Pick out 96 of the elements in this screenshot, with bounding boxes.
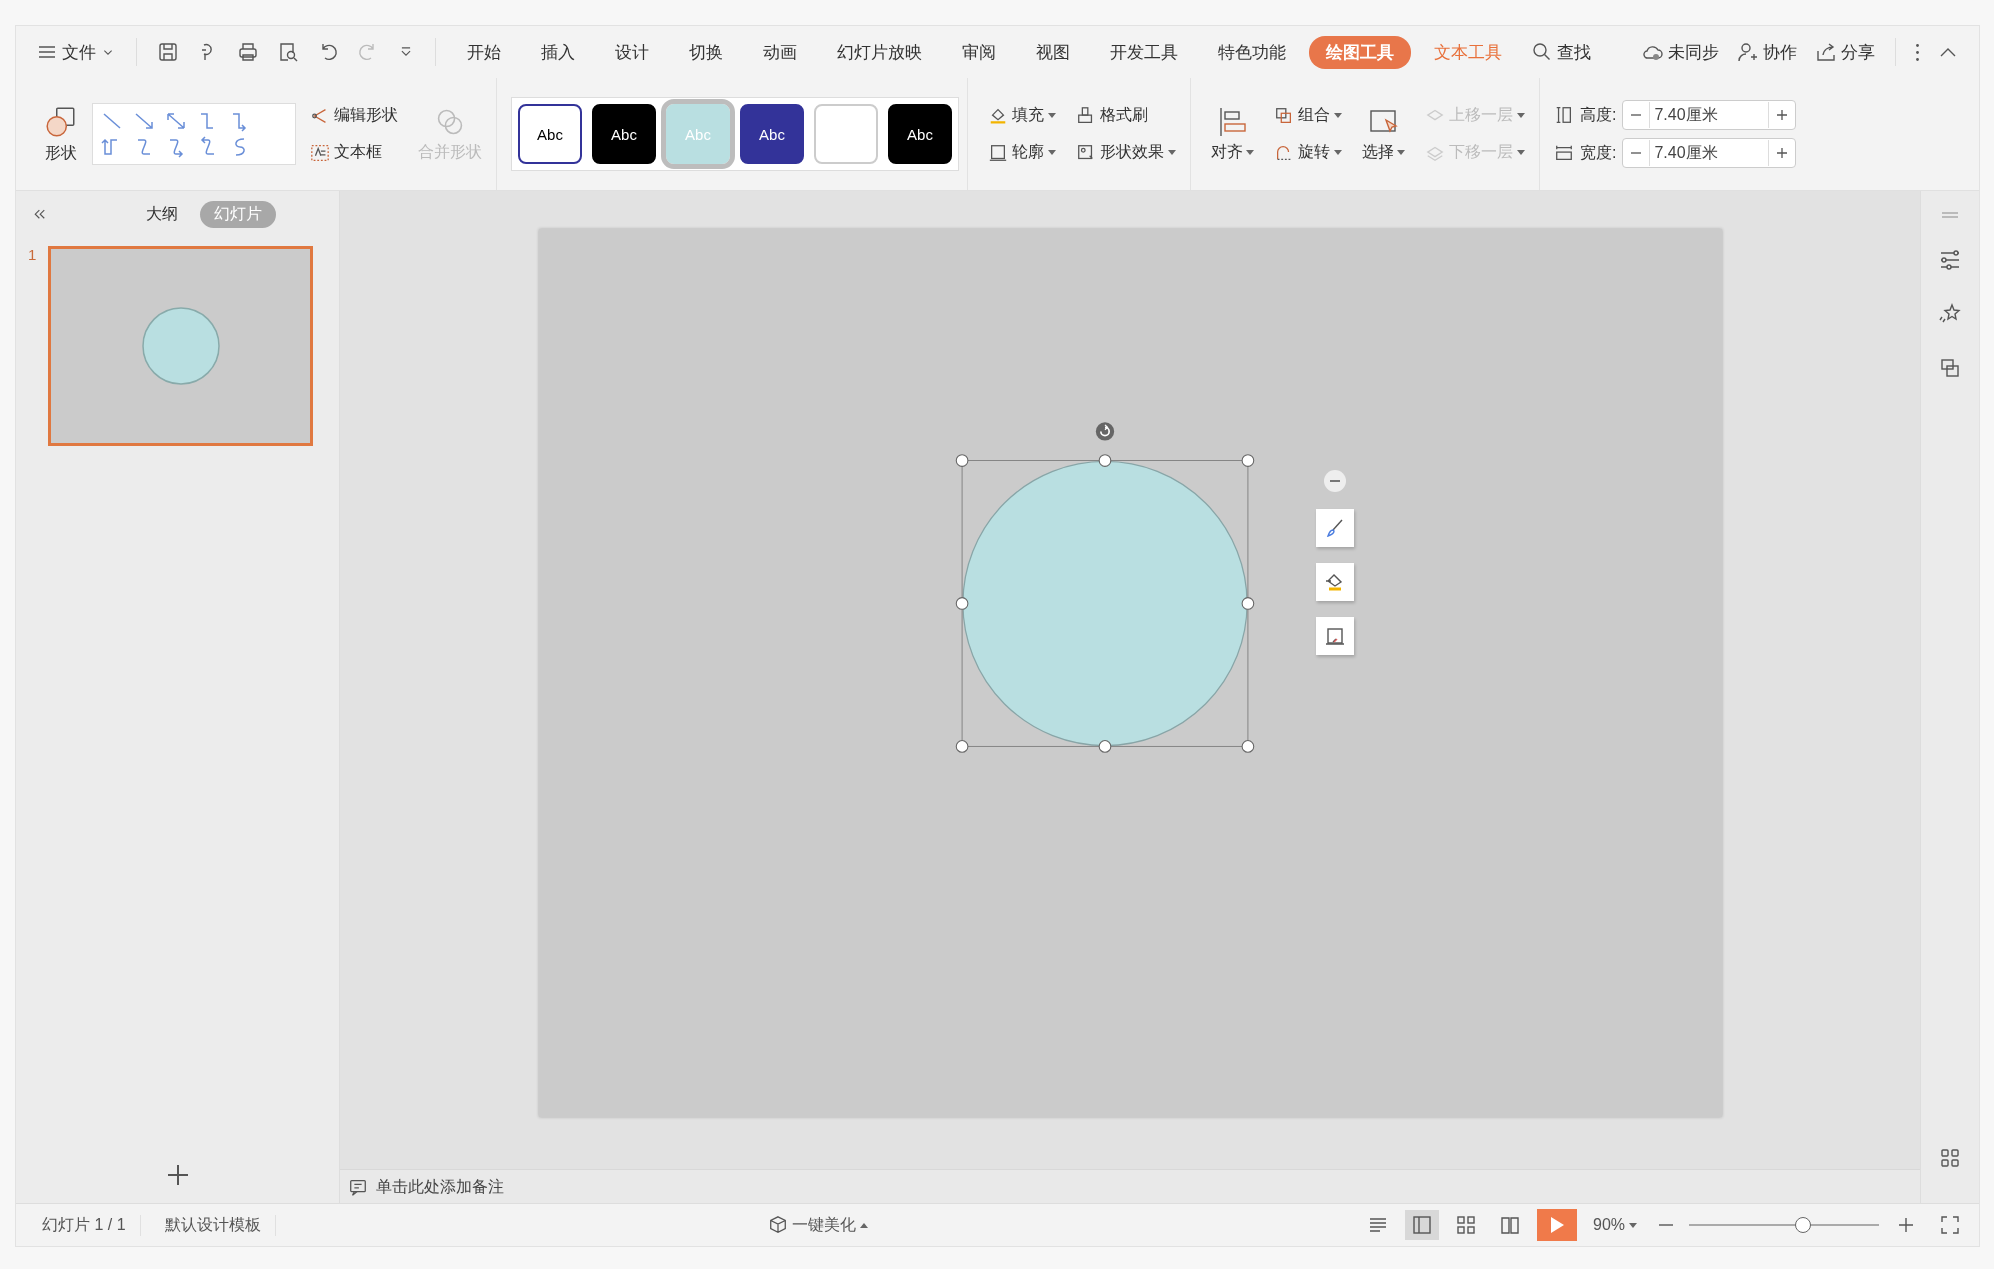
panel-tab[interactable]: 大纲 bbox=[132, 201, 192, 228]
ribbon-tab[interactable]: 设计 bbox=[598, 35, 666, 69]
ribbon-tab[interactable]: 视图 bbox=[1019, 35, 1087, 69]
dropdown-icon bbox=[1168, 150, 1176, 155]
toolbar-action[interactable]: 未同步 bbox=[1636, 36, 1725, 68]
dropdown-icon bbox=[1517, 113, 1525, 118]
resize-handle[interactable] bbox=[955, 740, 968, 753]
outline-icon bbox=[988, 142, 1008, 163]
width-icon bbox=[1554, 143, 1574, 163]
align-button[interactable]: 对齐 bbox=[1205, 104, 1260, 164]
zoom-level[interactable]: 90% bbox=[1587, 1212, 1643, 1238]
play-icon bbox=[1549, 1216, 1565, 1234]
dropdown-icon bbox=[1517, 150, 1525, 155]
cube-icon bbox=[768, 1215, 789, 1235]
resize-handle[interactable] bbox=[1241, 740, 1254, 753]
slide-counter: 幻灯片 1 / 1 bbox=[28, 1214, 141, 1236]
resize-handle[interactable] bbox=[1098, 454, 1111, 467]
outline-button[interactable]: 轮廓 bbox=[982, 138, 1062, 167]
template-name: 默认设计模板 bbox=[150, 1214, 276, 1236]
drag-handle-icon bbox=[1939, 209, 1961, 221]
collapse-icon[interactable] bbox=[1322, 469, 1347, 493]
dimension-field[interactable]: 7.40厘米 bbox=[1622, 138, 1797, 168]
shape-style[interactable]: Abc bbox=[592, 104, 656, 164]
dropdown-icon bbox=[1397, 149, 1405, 155]
more-icon bbox=[1916, 43, 1919, 61]
shape-frame-button[interactable] bbox=[1315, 617, 1354, 655]
minus-icon bbox=[1659, 1224, 1673, 1226]
plus-icon bbox=[1777, 148, 1788, 158]
group-button[interactable]: 组合 bbox=[1268, 101, 1348, 130]
ribbon-tab[interactable]: 动画 bbox=[746, 35, 814, 69]
ribbon-tab[interactable]: 切换 bbox=[672, 35, 740, 69]
outline-style-button[interactable] bbox=[1315, 509, 1354, 547]
shape-style[interactable]: Abc bbox=[518, 104, 582, 164]
fit-icon bbox=[1939, 1214, 1961, 1236]
dimension-label: 宽度: bbox=[1580, 142, 1617, 163]
resize-handle[interactable] bbox=[955, 454, 968, 467]
windows-icon bbox=[1939, 357, 1961, 379]
normal-view-icon bbox=[1411, 1214, 1433, 1236]
dropdown-icon bbox=[1048, 113, 1056, 118]
slide-number: 1 bbox=[28, 246, 37, 265]
format-painter-button[interactable]: 格式刷 bbox=[1070, 101, 1182, 130]
resize-handle[interactable] bbox=[1241, 597, 1254, 610]
user-add-icon bbox=[1737, 41, 1759, 63]
slide-thumbnail[interactable] bbox=[48, 246, 314, 446]
ribbon-tab[interactable]: 开始 bbox=[450, 35, 518, 69]
ribbon-tab[interactable]: 幻灯片放映 bbox=[820, 35, 939, 69]
fill-style-button[interactable] bbox=[1315, 563, 1354, 601]
shape-button[interactable]: 形状 bbox=[38, 103, 84, 165]
save-icon bbox=[157, 41, 179, 63]
dropdown-icon bbox=[1334, 113, 1342, 118]
star-icon bbox=[1939, 303, 1961, 325]
frame-icon bbox=[1323, 625, 1346, 647]
slider-thumb[interactable] bbox=[1795, 1217, 1811, 1233]
plus-icon bbox=[1777, 110, 1788, 120]
resize-handle[interactable] bbox=[955, 597, 968, 610]
dimension-field[interactable]: 7.40厘米 bbox=[1622, 100, 1797, 130]
notes-field[interactable]: 单击此处添加备注 bbox=[374, 1176, 678, 1197]
grid-icon bbox=[1455, 1214, 1477, 1236]
resize-handle[interactable] bbox=[1098, 740, 1111, 753]
plus-icon bbox=[167, 1165, 188, 1185]
sliders-icon bbox=[1939, 249, 1961, 271]
ribbon-tab[interactable]: 特色功能 bbox=[1201, 35, 1303, 69]
dropdown-icon bbox=[1246, 149, 1254, 155]
ribbon-tab[interactable]: 插入 bbox=[524, 35, 592, 69]
toolbar-action[interactable]: 分享 bbox=[1809, 36, 1881, 68]
play-button[interactable] bbox=[1537, 1209, 1577, 1241]
resize-handle[interactable] bbox=[1241, 454, 1254, 467]
dropdown-icon bbox=[860, 1222, 869, 1228]
ribbon-tab[interactable]: 审阅 bbox=[945, 35, 1013, 69]
share-icon bbox=[1815, 41, 1837, 63]
shape-style[interactable]: Abc bbox=[888, 104, 952, 164]
rotate-handle[interactable] bbox=[1095, 422, 1114, 441]
grid-icon bbox=[1939, 1147, 1961, 1169]
preview-icon bbox=[277, 41, 299, 63]
dropdown-icon bbox=[1048, 150, 1056, 155]
toolbar-action[interactable]: 协作 bbox=[1731, 36, 1803, 68]
file-menu[interactable]: 文件 bbox=[30, 36, 122, 68]
text-box-button[interactable]: 文本框 bbox=[304, 138, 404, 167]
dimension-label: 高度: bbox=[1580, 104, 1617, 125]
beautify-button[interactable]: 一键美化 bbox=[762, 1210, 875, 1240]
normal-view-button[interactable] bbox=[1405, 1210, 1439, 1240]
ribbon-tab[interactable]: 开发工具 bbox=[1093, 35, 1195, 69]
book-icon bbox=[1499, 1214, 1521, 1236]
shape-effects-button[interactable]: 形状效果 bbox=[1070, 138, 1182, 167]
select-button[interactable]: 选择 bbox=[1356, 104, 1411, 164]
search-button[interactable]: 查找 bbox=[1525, 36, 1597, 68]
fill-button[interactable]: 填充 bbox=[982, 101, 1062, 130]
dropdown-icon bbox=[1629, 1222, 1637, 1228]
edit-shape-button[interactable]: 编辑形状 bbox=[304, 101, 404, 130]
shape-style[interactable]: Abc bbox=[740, 104, 804, 164]
print-icon bbox=[237, 41, 259, 63]
group-icon bbox=[1274, 105, 1294, 126]
height-icon bbox=[1554, 105, 1574, 125]
dropdown-icon bbox=[1334, 150, 1342, 155]
rotate-button[interactable]: 旋转 bbox=[1268, 138, 1348, 167]
text-box-icon bbox=[310, 142, 330, 163]
